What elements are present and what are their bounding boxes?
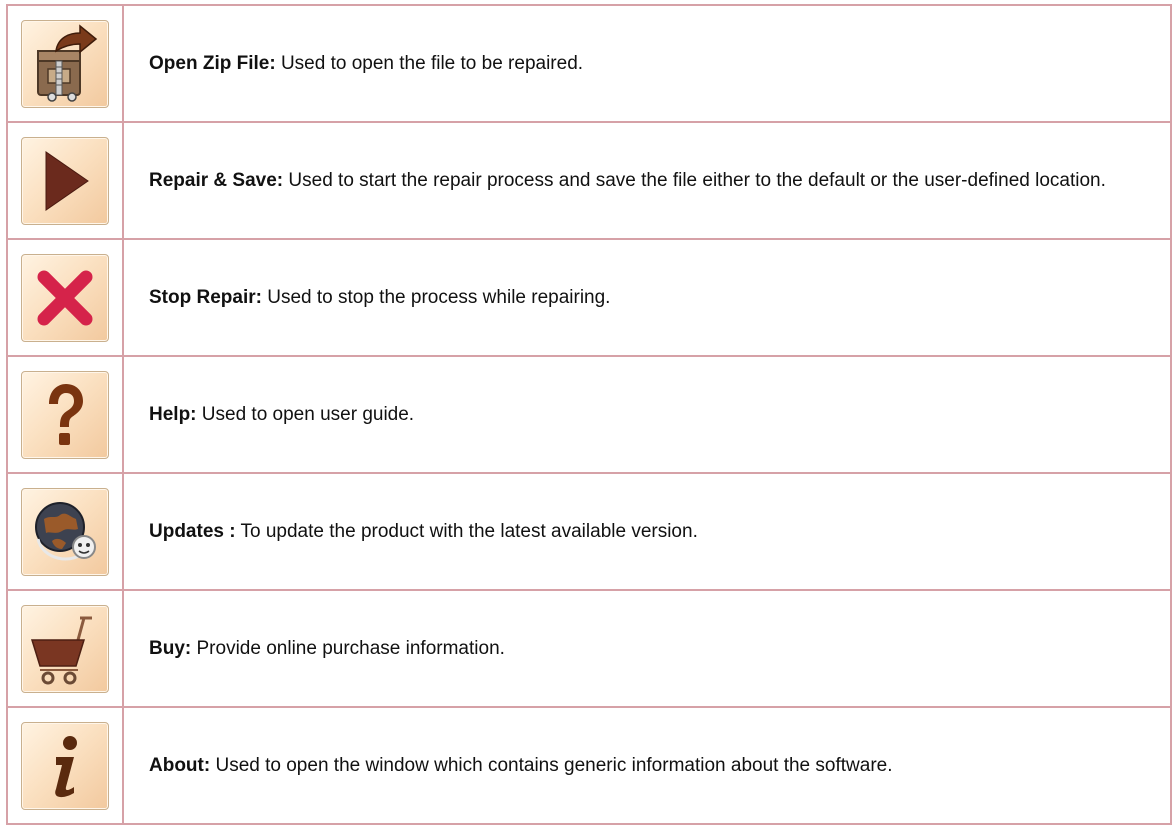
row-description: Used to open the window which contains g… — [210, 755, 893, 776]
table-row: Buy: Provide online purchase information… — [6, 589, 1172, 708]
open-zip-file-icon[interactable] — [21, 19, 109, 108]
globe-update-icon[interactable] — [21, 487, 109, 576]
play-icon[interactable] — [21, 136, 109, 225]
table-row: Repair & Save: Used to start the repair … — [6, 121, 1172, 240]
row-description: Provide online purchase information. — [191, 638, 505, 659]
row-label: Open Zip File: — [149, 53, 276, 74]
icon-cell — [6, 4, 124, 123]
row-description: Used to start the repair process and sav… — [283, 170, 1106, 191]
row-label: Updates : — [149, 521, 236, 542]
toolbar-reference-table: Open Zip File: Used to open the file to … — [6, 4, 1172, 825]
row-description: Used to open user guide. — [196, 404, 415, 425]
icon-cell — [6, 589, 124, 708]
description-cell: Stop Repair: Used to stop the process wh… — [122, 238, 1172, 357]
table-row: Updates : To update the product with the… — [6, 472, 1172, 591]
row-description: To update the product with the latest av… — [235, 521, 698, 542]
close-icon[interactable] — [21, 253, 109, 342]
description-cell: Open Zip File: Used to open the file to … — [122, 4, 1172, 123]
description-cell: About: Used to open the window which con… — [122, 706, 1172, 825]
icon-cell — [6, 472, 124, 591]
info-icon[interactable] — [21, 721, 109, 810]
question-icon[interactable] — [21, 370, 109, 459]
table-row: About: Used to open the window which con… — [6, 706, 1172, 825]
shopping-cart-icon[interactable] — [21, 604, 109, 693]
icon-cell — [6, 355, 124, 474]
description-cell: Help: Used to open user guide. — [122, 355, 1172, 474]
row-description: Used to stop the process while repairing… — [261, 287, 611, 308]
table-row: Stop Repair: Used to stop the process wh… — [6, 238, 1172, 357]
row-label: Help: — [149, 404, 197, 425]
icon-cell — [6, 238, 124, 357]
icon-cell — [6, 121, 124, 240]
icon-cell — [6, 706, 124, 825]
row-description: Used to open the file to be repaired. — [275, 53, 584, 74]
table-row: Open Zip File: Used to open the file to … — [6, 4, 1172, 123]
table-row: Help: Used to open user guide. — [6, 355, 1172, 474]
row-label: Stop Repair: — [149, 287, 262, 308]
description-cell: Repair & Save: Used to start the repair … — [122, 121, 1172, 240]
row-label: Buy: — [149, 638, 192, 659]
description-cell: Buy: Provide online purchase information… — [122, 589, 1172, 708]
description-cell: Updates : To update the product with the… — [122, 472, 1172, 591]
row-label: Repair & Save: — [149, 170, 284, 191]
row-label: About: — [149, 755, 211, 776]
